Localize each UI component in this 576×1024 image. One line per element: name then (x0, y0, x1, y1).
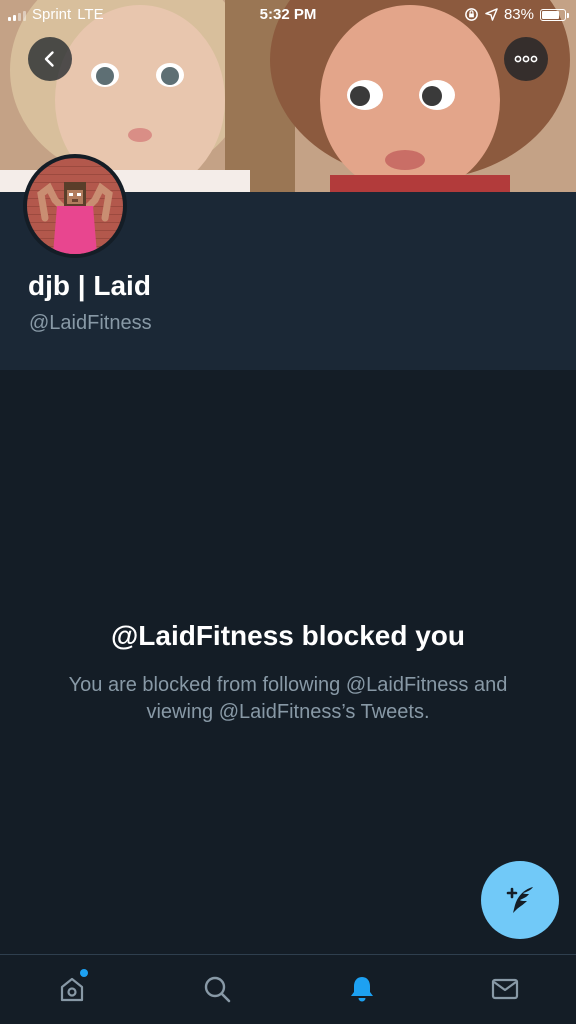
more-options-button[interactable] (504, 37, 548, 81)
tab-home[interactable] (52, 969, 92, 1009)
compose-tweet-icon (506, 887, 533, 913)
home-unread-badge (80, 969, 88, 977)
tab-notifications[interactable] (342, 969, 382, 1009)
location-arrow-icon (485, 8, 498, 21)
more-horizontal-icon (514, 55, 538, 63)
tab-search[interactable] (197, 969, 237, 1009)
compose-tweet-button[interactable] (481, 861, 559, 939)
search-icon (204, 976, 231, 1003)
chevron-left-icon (44, 51, 54, 67)
home-icon (60, 977, 84, 1002)
back-button[interactable] (28, 37, 72, 81)
blocked-notice: @LaidFitness blocked you You are blocked… (0, 620, 576, 726)
status-right: 83% (464, 6, 569, 23)
battery-percent: 83% (503, 6, 534, 23)
avatar[interactable] (23, 154, 127, 258)
battery-fill (542, 10, 559, 19)
blocked-title: @LaidFitness blocked you (110, 620, 466, 651)
battery-icon (540, 8, 569, 21)
avatar-image (27, 158, 123, 254)
profile-handle: @LaidFitness (29, 312, 152, 334)
bell-icon (351, 977, 373, 1002)
profile-display-name: djb | Laid (28, 270, 151, 301)
envelope-icon (491, 978, 519, 1000)
orientation-lock-icon (465, 8, 478, 21)
tab-messages[interactable] (485, 969, 525, 1009)
status-bar: Sprint LTE 5:32 PM 83% (0, 0, 576, 30)
avatar-illustration (37, 182, 113, 254)
bottom-tab-bar (0, 954, 576, 1024)
profile-screen: Sprint LTE 5:32 PM 83% djb | Laid @LaidF… (0, 0, 576, 1024)
blocked-message: You are blocked from following @LaidFitn… (68, 674, 508, 723)
